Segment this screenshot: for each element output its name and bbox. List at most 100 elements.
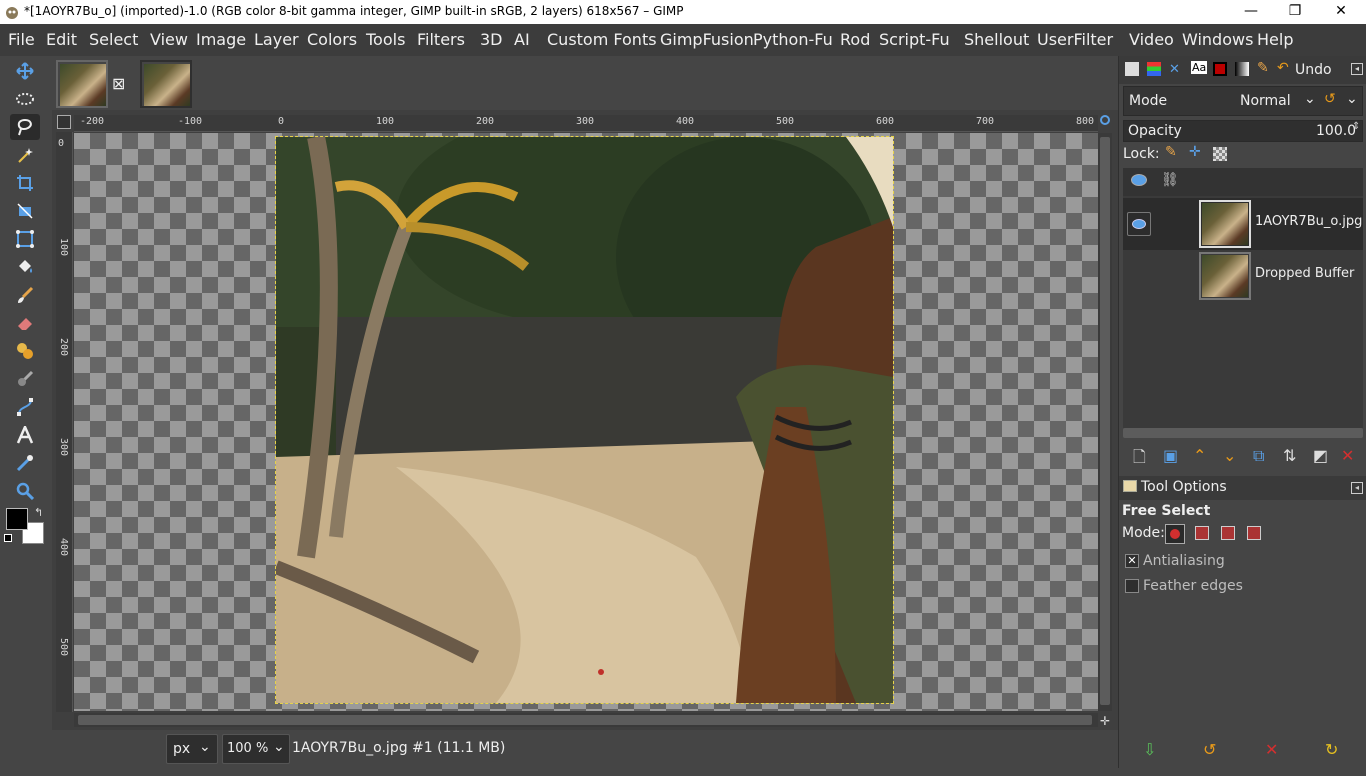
mode-subtract-icon[interactable] <box>1221 526 1235 540</box>
paintbrush-tool[interactable] <box>10 282 40 308</box>
image-tab[interactable] <box>140 60 192 108</box>
save-options-icon[interactable]: ⇩ <box>1143 740 1156 759</box>
menu-select[interactable]: Select <box>89 30 138 49</box>
zoom-tool[interactable] <box>10 478 40 504</box>
menu-edit[interactable]: Edit <box>46 30 77 49</box>
zoom-selector[interactable]: 100 % ⌄ <box>222 734 290 764</box>
undo-tab-label[interactable]: Undo <box>1295 62 1332 78</box>
layer-row[interactable]: Dropped Buffer <box>1123 250 1363 302</box>
layer-name[interactable]: 1AOYR7Bu_o.jpg <box>1255 214 1362 229</box>
visibility-eye-icon[interactable] <box>1127 212 1151 236</box>
cage-transform-tool[interactable] <box>10 226 40 252</box>
new-layer-icon[interactable]: 🗋 <box>1133 446 1146 473</box>
brushes-tab-icon[interactable] <box>1213 62 1227 76</box>
scrollbar-thumb[interactable] <box>78 715 1092 725</box>
antialiasing-checkbox[interactable]: ✕ <box>1125 554 1139 568</box>
opacity-value[interactable]: 100.0 <box>1316 123 1356 139</box>
menu-file[interactable]: File <box>8 30 35 49</box>
menu-video[interactable]: Video <box>1129 30 1174 49</box>
layers-tab-icon[interactable] <box>1125 62 1139 76</box>
layer-name[interactable]: Dropped Buffer <box>1255 266 1354 281</box>
fonts-tab-icon[interactable]: Aa <box>1191 61 1208 74</box>
smudge-tool[interactable] <box>10 366 40 392</box>
gradients-tab-icon[interactable] <box>1235 62 1249 76</box>
image-tab-active[interactable] <box>56 60 108 108</box>
clone-tool[interactable] <box>10 338 40 364</box>
move-tool[interactable] <box>10 58 40 84</box>
lock-alpha-icon[interactable] <box>1213 147 1227 161</box>
menu-script-fu[interactable]: Script-Fu <box>879 30 950 49</box>
navigate-icon[interactable]: ✛ <box>1100 714 1110 728</box>
menu-colors[interactable]: Colors <box>307 30 357 49</box>
restore-options-icon[interactable]: ↺ <box>1203 740 1216 759</box>
add-mask-icon[interactable]: ◩ <box>1313 446 1328 465</box>
menu-gimpfusion[interactable]: GimpFusion <box>660 30 754 49</box>
opacity-slider[interactable]: Opacity 100.0 ⇕ <box>1123 120 1363 142</box>
delete-layer-icon[interactable]: ✕ <box>1341 446 1354 465</box>
menu-3d[interactable]: 3D <box>480 30 503 49</box>
duplicate-layer-icon[interactable]: ⧉ <box>1253 446 1264 466</box>
unified-transform-tool[interactable] <box>10 198 40 224</box>
lower-layer-icon[interactable]: ⌄ <box>1223 446 1236 465</box>
menu-custom-fonts[interactable]: Custom Fonts <box>547 30 657 49</box>
layer-row[interactable]: 1AOYR7Bu_o.jpg <box>1123 198 1363 250</box>
color-picker-tool[interactable] <box>10 450 40 476</box>
composite-reset-icon[interactable]: ↺ <box>1324 91 1336 107</box>
restore-button[interactable]: ❐ <box>1272 0 1318 24</box>
merge-layer-icon[interactable]: ⇅ <box>1283 446 1296 465</box>
spinner-icon[interactable]: ⇕ <box>1352 121 1360 132</box>
new-group-icon[interactable]: ▣ <box>1163 446 1178 465</box>
free-select-tool[interactable] <box>10 114 40 140</box>
minimize-button[interactable]: — <box>1228 0 1274 24</box>
menu-python-fu[interactable]: Python-Fu <box>753 30 833 49</box>
menu-tools[interactable]: Tools <box>366 30 405 49</box>
paths-tool[interactable] <box>10 394 40 420</box>
menu-rod[interactable]: Rod <box>840 30 870 49</box>
layers-scrollbar[interactable] <box>1123 428 1363 438</box>
delete-options-icon[interactable]: ✕ <box>1265 740 1278 759</box>
fuzzy-select-tool[interactable] <box>10 142 40 168</box>
mode-add-icon[interactable] <box>1195 526 1209 540</box>
reset-options-icon[interactable]: ↻ <box>1325 740 1338 759</box>
quick-mask-toggle[interactable] <box>57 115 71 129</box>
feather-edges-checkbox[interactable] <box>1125 579 1139 593</box>
menu-filters[interactable]: Filters <box>417 30 465 49</box>
close-window-button[interactable]: ✕ <box>1318 0 1364 24</box>
eraser-tool[interactable] <box>10 310 40 336</box>
crop-tool[interactable] <box>10 170 40 196</box>
foreground-color-swatch[interactable] <box>6 508 28 530</box>
mode-replace-icon[interactable] <box>1165 524 1185 544</box>
lock-pixels-icon[interactable]: ✎ <box>1165 144 1177 160</box>
ellipse-select-tool[interactable] <box>10 86 40 112</box>
default-colors-icon[interactable] <box>4 534 12 542</box>
menu-help[interactable]: Help <box>1257 30 1293 49</box>
lock-position-icon[interactable]: ✛ <box>1189 144 1201 160</box>
mode-intersect-icon[interactable] <box>1247 526 1261 540</box>
text-tool[interactable] <box>10 422 40 448</box>
unit-selector[interactable]: px ⌄ <box>166 734 218 764</box>
menu-shellout[interactable]: Shellout <box>964 30 1029 49</box>
tool-options-title[interactable]: Tool Options <box>1141 479 1227 495</box>
menu-ai[interactable]: AI <box>514 30 530 49</box>
horizontal-scrollbar[interactable] <box>74 713 1098 727</box>
menu-userfilter[interactable]: UserFilter <box>1037 30 1113 49</box>
chevron-down-icon[interactable]: ⌄ <box>1346 91 1358 107</box>
menu-view[interactable]: View <box>150 30 188 49</box>
eye-icon[interactable] <box>1131 174 1147 186</box>
image-canvas[interactable] <box>275 136 894 704</box>
vertical-scrollbar[interactable] <box>1098 133 1112 711</box>
menu-image[interactable]: Image <box>196 30 246 49</box>
channels-tab-icon[interactable] <box>1147 62 1161 76</box>
brush-tab-icon[interactable]: ✎ <box>1257 60 1269 76</box>
menu-windows[interactable]: Windows <box>1182 30 1253 49</box>
chevron-down-icon[interactable]: ⌄ <box>1304 91 1316 107</box>
mode-value[interactable]: Normal <box>1240 93 1291 109</box>
paths-tab-icon[interactable]: ✕ <box>1169 62 1180 77</box>
dock-menu-icon[interactable]: ◂ <box>1351 482 1363 494</box>
raise-layer-icon[interactable]: ⌃ <box>1193 446 1206 465</box>
dock-menu-icon[interactable]: ◂ <box>1351 63 1363 75</box>
vertical-ruler[interactable]: 0 100 200 300 400 500 <box>56 132 73 712</box>
menu-layer[interactable]: Layer <box>254 30 299 49</box>
bucket-fill-tool[interactable] <box>10 254 40 280</box>
chain-icon[interactable]: ⛓ <box>1161 172 1179 188</box>
